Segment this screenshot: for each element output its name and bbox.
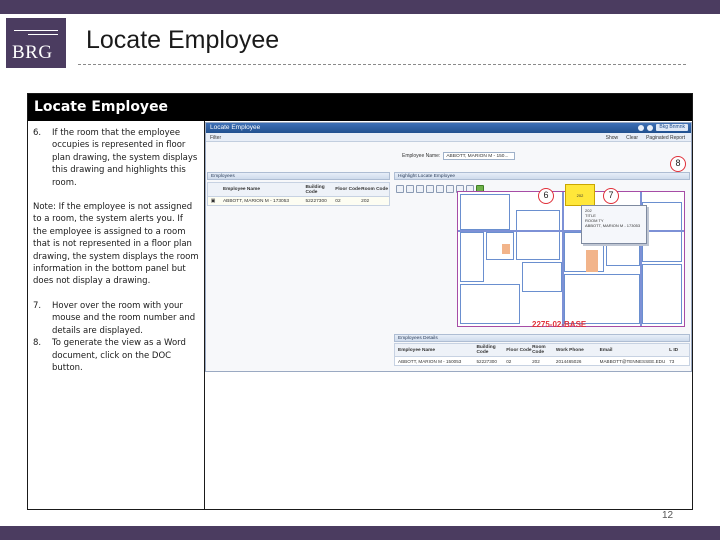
brg-logo: BRG (6, 18, 66, 68)
table-header: Employee Name Building Code Floor Code R… (208, 183, 389, 197)
column-header[interactable]: Floor Code (335, 187, 361, 192)
window-icon[interactable] (647, 124, 654, 131)
employees-table: Employee Name Building Code Floor Code R… (207, 182, 390, 206)
cell-floor: 02 (335, 198, 341, 204)
employees-panel-title: Employees (211, 174, 235, 179)
step-number: 6. (33, 128, 42, 138)
cell-room: 202 (532, 358, 540, 364)
room (460, 232, 484, 282)
step-6: 6. If the room that the employee occupie… (33, 127, 199, 189)
row-select-icon[interactable]: ▣ (208, 199, 218, 204)
table-header: Employee Name Building Code Floor Code R… (395, 344, 689, 357)
room (642, 264, 682, 324)
details-panel-title: Employees Details (398, 336, 438, 341)
step-text: If the room that the employee occupies i… (52, 128, 198, 188)
zoom-extents-icon[interactable] (446, 184, 454, 193)
room (522, 262, 562, 292)
show-button[interactable]: Show (606, 135, 619, 141)
column-header[interactable]: Work Phone (556, 348, 600, 353)
column-header[interactable]: Employee Name (395, 348, 476, 353)
cell-name: ABBOTT, MARION M - 150053 (398, 358, 462, 364)
app-window-title: Locate Employee (210, 124, 261, 131)
callout-marker-8: 8 (670, 156, 686, 172)
column-header[interactable]: Employee Name (218, 187, 306, 192)
employee-name-input[interactable]: ABBOTT, MARION M - 150... (443, 152, 516, 160)
filter-bar: Filter Show Clear Paginated Report (206, 133, 691, 142)
callout-marker-6: 6 (538, 188, 554, 204)
column-header[interactable]: Email (600, 348, 670, 353)
column-header[interactable]: Building Code (305, 185, 335, 195)
cell-email: MABBOTT@TENNESSEE.EDU (599, 358, 666, 364)
drawing-label: 2275-02-BASE (532, 320, 587, 329)
slide-title: Locate Employee (86, 26, 280, 54)
room (564, 274, 640, 324)
cell-floor: 02 (506, 358, 512, 364)
highlighted-room[interactable]: 202 (565, 184, 595, 206)
column-header[interactable]: Building Code (476, 345, 506, 355)
note-text: Note: If the employee is not assigned to… (33, 202, 199, 287)
table-row[interactable]: ABBOTT, MARION M - 150053 52227300 02 20… (395, 357, 689, 365)
step-text: Hover over the room with your mouse and … (52, 300, 196, 336)
room (460, 284, 520, 324)
step-8: 8. To generate the view as a Word docume… (33, 337, 199, 374)
paginated-report-button[interactable]: Paginated Report (646, 135, 685, 141)
details-panel-header: Employees Details (394, 334, 690, 342)
step-text: To generate the view as a Word document,… (52, 338, 186, 373)
room-highlight (502, 244, 510, 254)
page-number: 12 (662, 510, 674, 521)
employee-name-filter: Employee Name: ABBOTT, MARION M - 150... (402, 152, 516, 160)
cell-phone: 2014465026 (555, 358, 582, 364)
table-row[interactable]: ▣ ABBOTT, MARION M - 173053 52227300 02 … (208, 197, 389, 205)
step-number: 7. (33, 300, 42, 311)
cell-building: 52227300 (305, 198, 327, 204)
column-header[interactable]: Room Code (361, 187, 389, 192)
cell-id: 73 (669, 358, 675, 364)
refresh-icon[interactable] (638, 124, 645, 131)
floor-plan-drawing[interactable]: 202 (457, 184, 685, 327)
cell-room: 202 (361, 198, 370, 204)
title-divider (78, 64, 686, 65)
app-screenshot: Locate Employee Bkg Bnmnk Filter Show Cl… (205, 122, 692, 372)
room (460, 194, 510, 230)
logo-text: BRG (12, 42, 53, 63)
cell-name: ABBOTT, MARION M - 173053 (222, 198, 290, 204)
zoom-window-icon[interactable] (436, 184, 444, 193)
highlight-panel-header: Highlight Locate Employee (394, 172, 690, 180)
top-accent-bar (0, 0, 720, 14)
employee-name-label: Employee Name: (402, 153, 441, 159)
frame-heading: Locate Employee (28, 94, 692, 121)
tooltip-line: ABBOTT, MARION M - 173053 (585, 223, 641, 228)
details-table: Employee Name Building Code Floor Code R… (394, 343, 690, 366)
room-highlight (586, 250, 598, 272)
clear-button[interactable]: Clear (626, 135, 638, 141)
help-button[interactable]: Bkg Bnmnk (656, 124, 688, 131)
bottom-accent-bar (0, 526, 720, 540)
employees-panel-header: Employees (207, 172, 390, 180)
step-7: 7. Hover over the room with your mouse a… (33, 300, 199, 337)
step-number: 8. (33, 338, 42, 349)
room (516, 210, 560, 260)
column-header[interactable]: Room Code (532, 345, 556, 355)
callout-marker-7: 7 (603, 188, 619, 204)
cell-building: 52227300 (476, 358, 497, 364)
filter-label: Filter (210, 135, 222, 141)
highlight-panel-title: Highlight Locate Employee (398, 174, 456, 179)
room-tooltip: 202 TITLE ROOM TY ABBOTT, MARION M - 173… (581, 205, 647, 244)
zoom-in-icon[interactable] (416, 184, 424, 193)
logo-swoosh (14, 30, 58, 40)
column-header[interactable]: Floor Code (506, 348, 532, 353)
pan-tool-icon[interactable] (406, 184, 414, 193)
select-tool-icon[interactable] (396, 184, 404, 193)
app-title-bar: Locate Employee Bkg Bnmnk (206, 123, 691, 133)
zoom-out-icon[interactable] (426, 184, 434, 193)
room (642, 202, 682, 262)
instructions-column: 6. If the room that the employee occupie… (33, 127, 199, 374)
column-header[interactable]: L ID (669, 348, 689, 353)
